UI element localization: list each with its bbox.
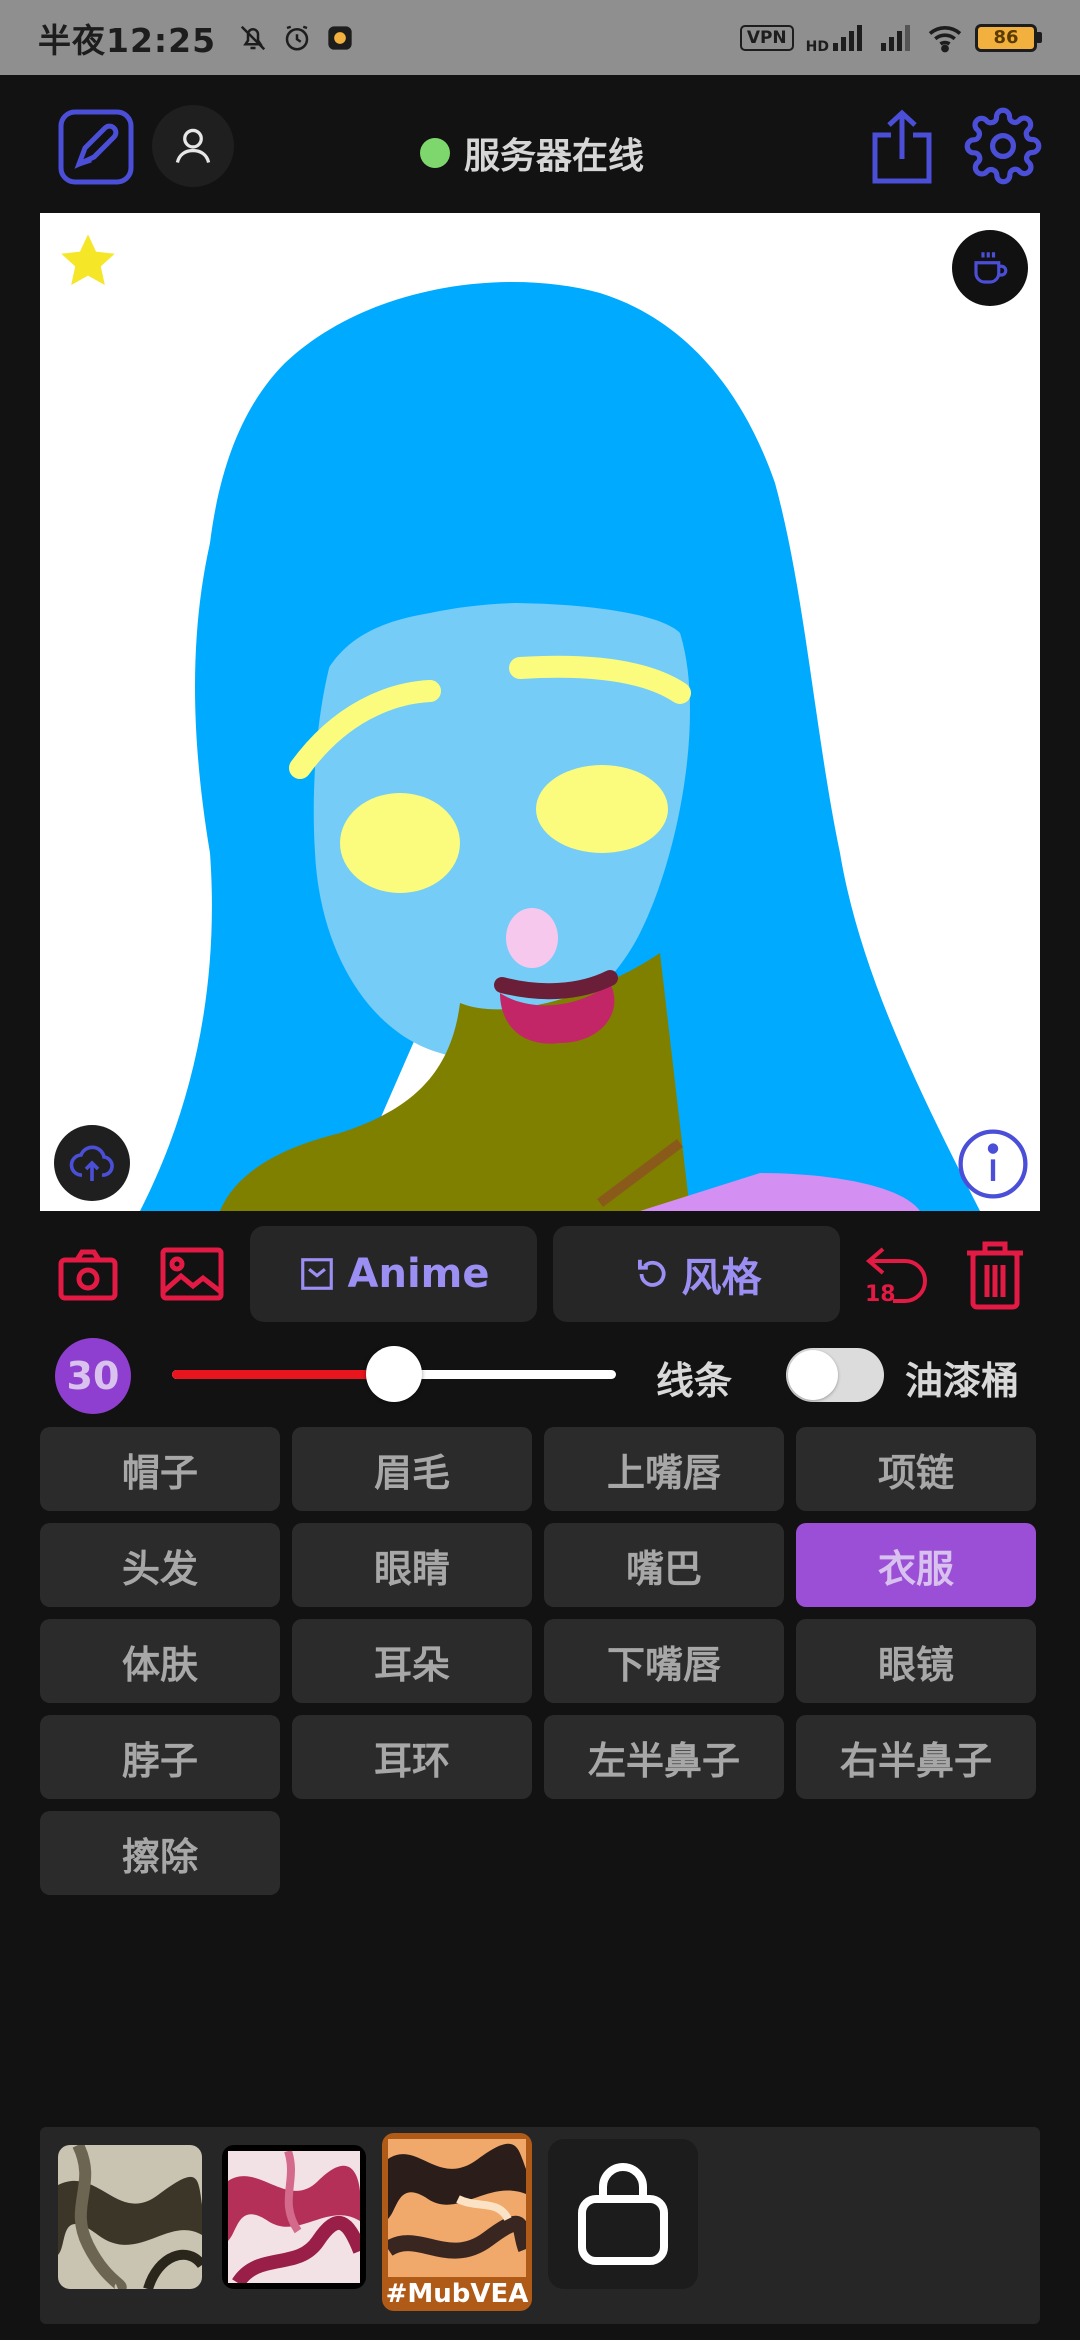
vpn-badge: VPN bbox=[739, 24, 794, 51]
part-button[interactable]: 帽子 bbox=[40, 1427, 280, 1511]
part-button[interactable]: 耳朵 bbox=[292, 1619, 532, 1703]
part-button[interactable]: 上嘴唇 bbox=[544, 1427, 784, 1511]
toggle-knob bbox=[788, 1350, 838, 1400]
cloud-upload-button[interactable] bbox=[54, 1125, 130, 1201]
style-tag: #MubVEA bbox=[385, 2279, 529, 2309]
part-button[interactable]: 下嘴唇 bbox=[544, 1619, 784, 1703]
share-icon bbox=[872, 109, 932, 184]
slider-thumb[interactable] bbox=[366, 1346, 422, 1402]
status-bar: 半夜12:25 VPN HD 86 bbox=[0, 0, 1080, 75]
camera-icon bbox=[58, 1249, 118, 1301]
part-button[interactable]: 衣服 bbox=[796, 1523, 1036, 1607]
favorite-star-icon[interactable] bbox=[56, 229, 120, 293]
style-thumbnail-1[interactable] bbox=[58, 2145, 202, 2289]
style-preview-image bbox=[58, 2145, 202, 2289]
part-button[interactable]: 耳环 bbox=[292, 1715, 532, 1799]
status-time: 半夜12:25 bbox=[38, 20, 217, 60]
gear-icon bbox=[964, 107, 1042, 185]
status-dot bbox=[420, 138, 450, 168]
paint-bucket-toggle[interactable] bbox=[786, 1348, 884, 1402]
style-preview-image bbox=[383, 2139, 532, 2277]
part-button[interactable]: 右半鼻子 bbox=[796, 1715, 1036, 1799]
share-button[interactable] bbox=[866, 107, 938, 187]
style-thumbnail-selected[interactable]: #MubVEA bbox=[382, 2133, 532, 2311]
style-preview-image bbox=[228, 2149, 366, 2288]
server-status: 服务器在线 bbox=[420, 127, 644, 179]
part-selector-grid: 帽子 眉毛 上嘴唇 项链头发 眼睛 嘴巴 衣服体肤 耳朵 下嘴唇 眼镜脖子 耳环 左半鼻子 右半鼻子擦除 bbox=[40, 1427, 1038, 1895]
refresh-icon bbox=[637, 1259, 665, 1287]
part-button[interactable]: 体肤 bbox=[40, 1619, 280, 1703]
coffee-cup-icon bbox=[974, 252, 1008, 284]
image-icon bbox=[160, 1247, 224, 1301]
profile-button[interactable] bbox=[152, 105, 234, 187]
hd-label: HD bbox=[805, 38, 829, 55]
undo-count: 18 bbox=[865, 1282, 896, 1307]
sketch-artwork bbox=[140, 281, 980, 1211]
user-icon bbox=[175, 128, 211, 163]
cloud-upload-icon bbox=[69, 1145, 114, 1181]
drawing-canvas[interactable] bbox=[40, 213, 1040, 1211]
part-button[interactable]: 擦除 bbox=[40, 1811, 280, 1895]
signal-2-icon bbox=[881, 24, 910, 51]
line-mode-label: 线条 bbox=[656, 1359, 733, 1403]
alarm-icon bbox=[285, 25, 309, 50]
brush-size-badge: 30 bbox=[55, 1338, 131, 1414]
server-status-label: 服务器在线 bbox=[464, 136, 645, 177]
slider-fill bbox=[172, 1370, 394, 1379]
part-button[interactable]: 眉毛 bbox=[292, 1427, 532, 1511]
mail-icon bbox=[300, 1258, 333, 1290]
mute-bell-icon bbox=[240, 25, 266, 50]
style-label: 风格 bbox=[681, 1255, 762, 1301]
style-thumbnail-2[interactable] bbox=[222, 2145, 366, 2289]
style-tray: #MubVEA bbox=[40, 2127, 1040, 2324]
settings-button[interactable] bbox=[962, 105, 1044, 187]
app-notification-icon bbox=[328, 25, 352, 50]
paint-bucket-label: 油漆桶 bbox=[905, 1359, 1020, 1403]
battery-indicator: 86 bbox=[975, 23, 1042, 52]
part-button[interactable]: 嘴巴 bbox=[544, 1523, 784, 1607]
part-button[interactable]: 脖子 bbox=[40, 1715, 280, 1799]
gallery-button[interactable] bbox=[158, 1244, 226, 1304]
camera-button[interactable] bbox=[56, 1246, 120, 1304]
top-bar: 服务器在线 bbox=[0, 75, 1080, 215]
part-button[interactable]: 眼睛 bbox=[292, 1523, 532, 1607]
trash-icon bbox=[967, 1241, 1023, 1310]
edit-icon bbox=[58, 109, 134, 185]
style-button[interactable]: 风格 bbox=[553, 1226, 840, 1322]
part-button[interactable]: 头发 bbox=[40, 1523, 280, 1607]
anime-label: Anime bbox=[347, 1251, 490, 1297]
part-button[interactable]: 左半鼻子 bbox=[544, 1715, 784, 1799]
style-shop-button[interactable] bbox=[548, 2139, 698, 2289]
info-icon[interactable] bbox=[956, 1127, 1030, 1201]
battery-level: 86 bbox=[975, 23, 1037, 52]
draw-mode-button[interactable] bbox=[56, 107, 136, 187]
coffee-button[interactable] bbox=[952, 230, 1028, 306]
signal-icon bbox=[833, 24, 862, 51]
delete-button[interactable] bbox=[962, 1238, 1028, 1312]
part-button[interactable]: 眼镜 bbox=[796, 1619, 1036, 1703]
anime-button[interactable]: Anime bbox=[250, 1226, 537, 1322]
shopping-bag-icon bbox=[578, 2163, 668, 2265]
wifi-icon bbox=[928, 25, 962, 52]
part-button[interactable]: 项链 bbox=[796, 1427, 1036, 1511]
